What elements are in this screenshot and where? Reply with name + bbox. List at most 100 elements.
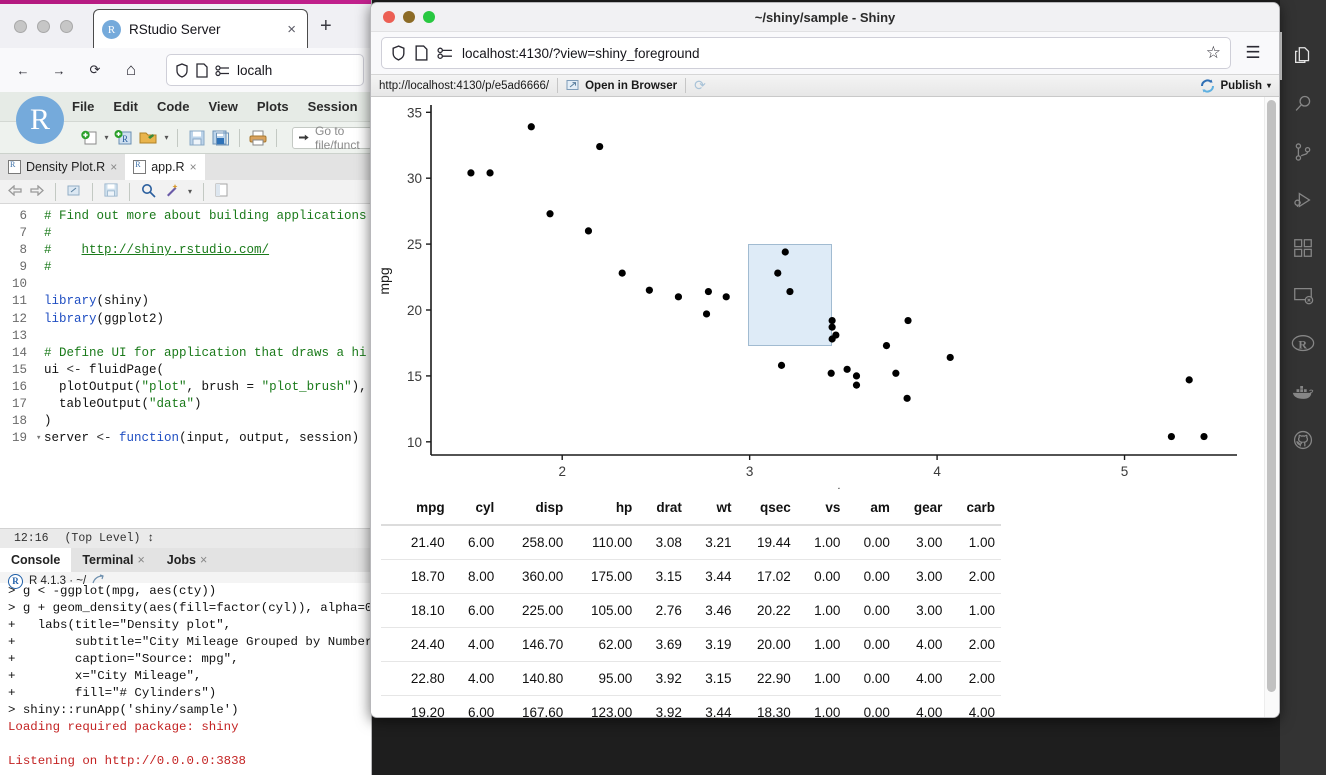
table-cell: 110.00: [569, 525, 639, 560]
data-point: [828, 316, 836, 325]
search-icon[interactable]: [1280, 80, 1326, 128]
new-project-icon[interactable]: R: [114, 127, 133, 149]
publish-caret-icon[interactable]: ▾: [1267, 81, 1271, 90]
menu-view[interactable]: View: [208, 99, 237, 114]
back-icon[interactable]: ←: [8, 55, 38, 85]
table-cell: 22.90: [737, 661, 797, 696]
save-all-icon[interactable]: [212, 127, 230, 149]
reload-icon[interactable]: ⟳: [80, 55, 110, 85]
menu-file[interactable]: File: [72, 99, 94, 114]
source-control-icon[interactable]: [1280, 128, 1326, 176]
hamburger-menu-icon[interactable]: ☰: [1237, 37, 1269, 69]
tab-console[interactable]: Console: [0, 548, 72, 572]
console-output[interactable]: > g < -ggplot(mpg, aes(cty)) > g + geom_d…: [0, 583, 371, 767]
new-file-icon[interactable]: [80, 127, 98, 149]
table-cell: 18.10: [381, 593, 451, 628]
address-bar[interactable]: localh: [166, 54, 364, 86]
window-close-button[interactable]: [14, 19, 27, 33]
extensions-icon[interactable]: [1280, 224, 1326, 272]
table-cell: 1.00: [796, 627, 847, 662]
table-column-header: gear: [895, 492, 949, 526]
code-tools-caret-icon[interactable]: ▾: [188, 187, 192, 196]
home-icon[interactable]: ⌂: [116, 55, 146, 85]
new-tab-button[interactable]: +: [320, 15, 332, 38]
save-icon[interactable]: [104, 183, 118, 200]
fold-toggle-icon[interactable]: [36, 396, 44, 413]
fold-toggle-icon[interactable]: [36, 345, 44, 362]
code-token: (ggplot2): [96, 311, 165, 326]
github-icon[interactable]: [1280, 416, 1326, 464]
refresh-icon[interactable]: ⟳: [694, 77, 706, 94]
open-file-caret-icon[interactable]: ▾: [164, 133, 168, 142]
source-tab-app-r[interactable]: app.R ×: [125, 154, 205, 180]
fold-toggle-icon[interactable]: [36, 293, 44, 310]
fold-toggle-icon[interactable]: [36, 208, 44, 225]
fold-toggle-icon[interactable]: [36, 413, 44, 430]
tab-label: Terminal: [82, 553, 134, 567]
r-extension-icon[interactable]: R: [1280, 320, 1326, 368]
code-editor[interactable]: 6 # Find out more about building applicat…: [0, 204, 371, 522]
fold-toggle-icon[interactable]: [36, 328, 44, 345]
fold-toggle-icon[interactable]: [36, 259, 44, 276]
close-icon[interactable]: ×: [284, 21, 299, 38]
run-debug-icon[interactable]: [1280, 176, 1326, 224]
find-replace-icon[interactable]: [141, 183, 156, 201]
source-tab-density-plot[interactable]: Density Plot.R ×: [0, 154, 126, 180]
forward-arrow-icon[interactable]: [30, 184, 44, 199]
fold-toggle-icon[interactable]: [36, 362, 44, 379]
remote-explorer-icon[interactable]: [1280, 272, 1326, 320]
window-maximize-button[interactable]: [60, 19, 73, 33]
scatter-plot[interactable]: 10 15 20 25 30 35 2 3 4 5 wt mpg: [371, 97, 1249, 489]
close-icon[interactable]: ×: [200, 553, 207, 567]
cursor-position: 12:16: [14, 532, 49, 545]
docker-icon[interactable]: [1280, 368, 1326, 416]
code-tools-icon[interactable]: [164, 183, 180, 201]
code-scope-selector[interactable]: (Top Level) ↕: [65, 532, 155, 545]
console-line: + fill="# Cylinders"): [8, 686, 217, 700]
menu-session[interactable]: Session: [308, 99, 358, 114]
fold-toggle-icon[interactable]: [36, 242, 44, 259]
browser-tab-rstudio[interactable]: R RStudio Server ×: [93, 9, 308, 49]
fold-toggle-icon[interactable]: [36, 311, 44, 328]
fold-toggle-icon[interactable]: [36, 379, 44, 396]
viewport-scrollbar-thumb[interactable]: [1267, 100, 1276, 692]
close-icon[interactable]: ×: [190, 160, 197, 174]
goto-file-function-input[interactable]: Go to file/funct: [292, 124, 371, 152]
table-cell: 3.69: [638, 627, 688, 662]
explorer-icon[interactable]: [1280, 32, 1326, 80]
tab-terminal[interactable]: Terminal ×: [71, 548, 156, 572]
line-number: 18: [11, 414, 27, 429]
print-icon[interactable]: [249, 127, 267, 149]
new-file-caret-icon[interactable]: ▾: [104, 133, 108, 142]
open-file-icon[interactable]: [139, 127, 158, 149]
table-column-header: carb: [948, 492, 1001, 526]
menu-edit[interactable]: Edit: [113, 99, 138, 114]
data-point: [828, 323, 836, 331]
bookmark-star-icon[interactable]: ☆: [1206, 43, 1221, 63]
publish-button[interactable]: Publish ▾: [1200, 79, 1271, 93]
console-line: + labs(title="Density plot",: [8, 618, 232, 632]
close-icon[interactable]: ×: [137, 553, 144, 567]
document-outline-icon[interactable]: [215, 183, 228, 200]
tab-jobs[interactable]: Jobs ×: [155, 548, 219, 572]
viewport-scrollbar-track[interactable]: [1264, 97, 1279, 717]
fold-toggle-icon[interactable]: [36, 276, 44, 293]
address-bar[interactable]: localhost:4130/?view=shiny_foreground ☆: [381, 37, 1231, 69]
forward-icon[interactable]: →: [44, 55, 74, 85]
shield-icon: [392, 45, 405, 61]
menu-plots[interactable]: Plots: [257, 99, 289, 114]
fold-toggle-icon[interactable]: ▾: [36, 430, 44, 447]
code-line: 10: [0, 276, 371, 293]
save-icon[interactable]: [187, 127, 205, 149]
open-in-browser-button[interactable]: Open in Browser: [566, 79, 677, 92]
window-minimize-button[interactable]: [37, 19, 50, 33]
close-icon[interactable]: ×: [110, 160, 117, 174]
source-tab-label: Density Plot.R: [26, 160, 106, 174]
show-in-new-window-icon[interactable]: [67, 184, 81, 200]
menu-code[interactable]: Code: [157, 99, 190, 114]
table-row: 22.80 4.00 140.80 95.00 3.92 3.15 22.90 1.00 0.0…: [381, 661, 1001, 696]
data-point: [852, 381, 861, 389]
code-token: ): [44, 414, 52, 429]
back-arrow-icon[interactable]: [8, 184, 22, 199]
fold-toggle-icon[interactable]: [36, 225, 44, 242]
